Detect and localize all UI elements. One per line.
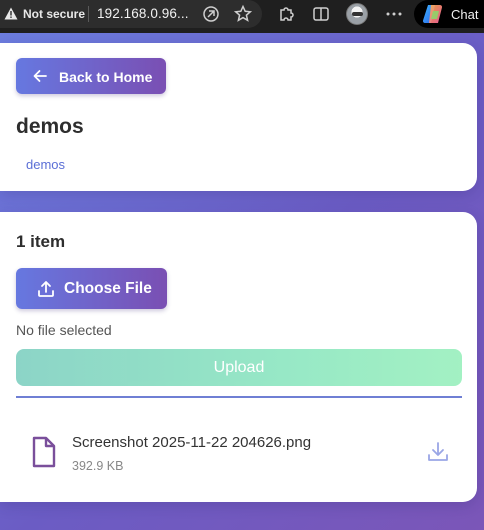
page-title: demos [16,115,84,138]
section-divider [16,396,462,398]
breadcrumb-item[interactable]: demos [26,157,65,172]
copilot-chat-button[interactable]: Chat [414,0,484,28]
back-to-home-button[interactable]: Back to Home [16,58,166,94]
download-icon[interactable] [426,440,450,464]
copilot-icon [422,4,443,24]
split-screen-icon[interactable] [311,4,331,24]
browser-toolbar: Not secure 192.168.0.96... Chat [0,0,484,33]
url-text[interactable]: 192.168.0.96... [97,6,189,21]
arrow-left-icon [33,70,47,82]
back-to-home-label: Back to Home [59,69,153,85]
file-selection-status: No file selected [16,322,112,338]
warning-icon [4,7,18,20]
file-name[interactable]: Screenshot 2025-11-22 204626.png [72,434,311,451]
file-size: 392.9 KB [72,459,124,473]
choose-file-button[interactable]: Choose File [16,268,167,309]
more-options-icon[interactable] [384,4,404,24]
upload-button[interactable]: Upload [16,349,462,386]
file-list-card: 1 item Choose File No file selected Uplo… [0,212,477,502]
item-count: 1 item [16,232,66,251]
choose-file-label: Choose File [64,280,152,297]
profile-avatar[interactable] [346,3,368,25]
address-bar[interactable]: Not secure 192.168.0.96... [0,0,262,28]
security-status[interactable]: Not secure [23,7,85,21]
app-available-icon[interactable] [201,4,221,24]
directory-header-card: Back to Home demos demos [0,43,477,191]
file-icon [32,436,56,468]
copilot-label: Chat [451,7,479,22]
list-item[interactable]: Screenshot 2025-11-22 204626.png 392.9 K… [16,416,462,476]
extensions-icon[interactable] [277,4,297,24]
favorite-star-icon[interactable] [233,4,253,24]
address-divider [88,6,89,22]
upload-icon [38,281,54,297]
